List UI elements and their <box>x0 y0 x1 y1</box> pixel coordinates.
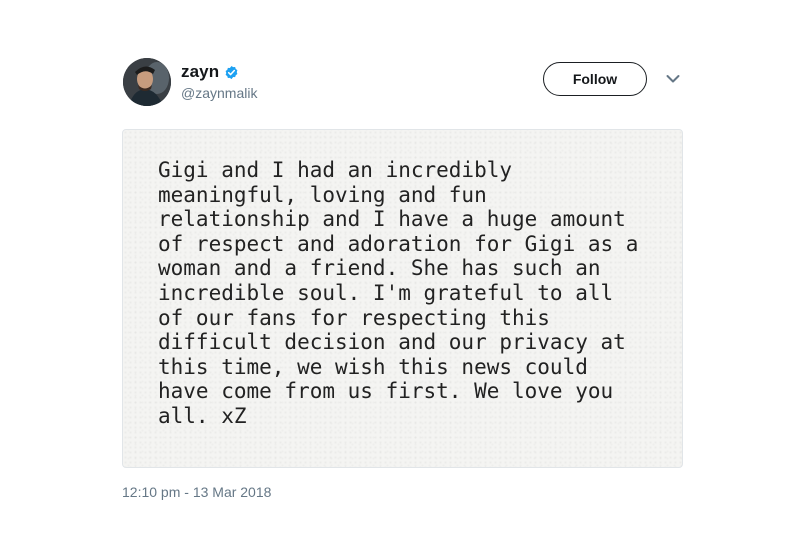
note-line: relationship and I have a huge amount <box>158 207 626 232</box>
verified-badge-icon <box>225 65 238 79</box>
author-handle[interactable]: @zaynmalik <box>181 85 257 101</box>
avatar[interactable] <box>123 58 171 106</box>
tweet-image-text: Gigi and I had an incredibly meaningful,… <box>158 158 658 429</box>
chevron-down-icon[interactable] <box>666 74 680 84</box>
note-line: difficult decision and our privacy at <box>158 330 626 355</box>
tweet-timestamp[interactable]: 12:10 pm - 13 Mar 2018 <box>122 484 271 500</box>
note-line: woman and a friend. She has such an <box>158 256 601 281</box>
note-line: all. xZ <box>158 403 247 428</box>
note-line: of our fans for respecting this <box>158 305 550 330</box>
note-line: this time, we wish this news could <box>158 354 588 379</box>
follow-button[interactable]: Follow <box>543 62 647 96</box>
note-line: Gigi and I had an incredibly <box>158 158 513 182</box>
note-line: have come from us first. We love you <box>158 379 614 404</box>
note-line: incredible soul. I'm grateful to all <box>158 280 614 305</box>
note-line: meaningful, loving and fun <box>158 182 487 207</box>
author-name-row[interactable]: zayn <box>181 62 239 82</box>
author-display-name[interactable]: zayn <box>181 62 219 82</box>
note-line: of respect and adoration for Gigi as a <box>158 231 639 256</box>
avatar-image <box>123 58 171 106</box>
